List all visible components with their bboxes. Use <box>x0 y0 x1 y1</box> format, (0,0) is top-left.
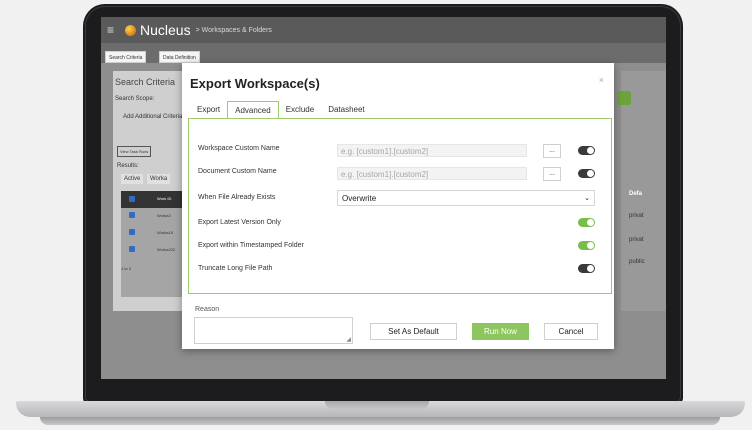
results-tab-worka[interactable]: Worka <box>147 174 171 184</box>
set-as-default-button[interactable]: Set As Default <box>370 323 457 340</box>
add-criteria-link[interactable]: Add Additional Criteria <box>123 114 182 120</box>
row-work-id: Worka3 <box>157 213 171 218</box>
export-timestamped-toggle[interactable] <box>578 241 595 250</box>
default-value: privat <box>629 213 644 219</box>
toggle-knob <box>587 242 594 249</box>
results-tab-active[interactable]: Active <box>121 174 144 184</box>
paging-info: 1 to 3 <box>121 266 132 271</box>
column-default: Defa <box>629 191 643 197</box>
export-latest-version-label: Export Latest Version Only <box>198 219 281 226</box>
search-scope-label: Search Scope: <box>115 96 155 102</box>
workspace-custom-name-toggle[interactable] <box>578 146 595 155</box>
export-latest-version-toggle[interactable] <box>578 218 595 227</box>
export-workspace-dialog: Export Workspace(s) × Export Advanced Ex… <box>182 63 614 349</box>
laptop-notch <box>325 401 429 409</box>
close-icon[interactable]: × <box>599 75 604 85</box>
row-checkbox[interactable] <box>129 212 135 218</box>
default-value: privat <box>629 237 644 243</box>
workspace-custom-name-browse-button[interactable]: ... <box>543 144 561 158</box>
laptop-base-shadow <box>40 417 720 425</box>
select-all-checkbox[interactable] <box>129 196 135 202</box>
truncate-long-path-toggle[interactable] <box>578 264 595 273</box>
run-now-button[interactable]: Run Now <box>472 323 529 340</box>
tab-data-definition[interactable]: Data Definition <box>159 51 200 63</box>
search-button-bg[interactable] <box>617 91 631 105</box>
default-value: public <box>629 259 645 265</box>
document-custom-name-label: Document Custom Name <box>198 168 277 175</box>
hamburger-menu-icon[interactable]: ≡ <box>107 23 117 37</box>
tab-exclude[interactable]: Exclude <box>279 101 321 118</box>
results-label: Results: <box>117 163 139 169</box>
row-work-id: Worka15 <box>157 230 173 235</box>
document-custom-name-browse-button[interactable]: ... <box>543 167 561 181</box>
row-work-id: Worka222 <box>157 247 176 252</box>
tab-advanced[interactable]: Advanced <box>227 101 279 118</box>
breadcrumb[interactable]: > Workspaces & Folders <box>196 27 272 34</box>
when-file-exists-label: When File Already Exists <box>198 194 276 201</box>
tab-export[interactable]: Export <box>190 101 227 118</box>
reason-label: Reason <box>195 306 220 313</box>
document-custom-name-input[interactable]: e.g. [custom1].[custom2] <box>337 167 527 180</box>
toggle-knob <box>587 147 594 154</box>
reason-textarea[interactable]: ◢ <box>194 317 353 344</box>
dialog-tabs: Export Advanced Exclude Datasheet <box>190 101 372 118</box>
row-checkbox[interactable] <box>129 246 135 252</box>
chevron-down-icon: ⌄ <box>584 195 590 202</box>
dialog-title: Export Workspace(s) <box>190 76 320 91</box>
cancel-button[interactable]: Cancel <box>544 323 598 340</box>
app-header: ≡ Nucleus > Workspaces & Folders <box>101 17 666 43</box>
column-work-id: Work ID <box>157 196 172 201</box>
workspace-custom-name-label: Workspace Custom Name <box>198 145 280 152</box>
screen: ≡ Nucleus > Workspaces & Folders Search … <box>101 17 666 379</box>
toggle-knob <box>587 265 594 272</box>
search-criteria-title: Search Criteria <box>115 77 176 87</box>
advanced-tab-panel: Workspace Custom Name e.g. [custom1].[cu… <box>188 118 612 294</box>
toggle-knob <box>587 170 594 177</box>
row-checkbox[interactable] <box>129 229 135 235</box>
workspace-custom-name-input[interactable]: e.g. [custom1].[custom2] <box>337 144 527 157</box>
right-column <box>621 71 666 311</box>
tab-search-criteria[interactable]: Search Criteria <box>105 51 147 63</box>
when-file-exists-value: Overwrite <box>342 194 377 203</box>
truncate-long-path-label: Truncate Long File Path <box>198 265 273 272</box>
dialog-footer: Reason ◢ Set As Default Run Now Cancel <box>182 306 614 349</box>
view-task-runs-button[interactable]: View Task Runs <box>117 146 152 157</box>
document-custom-name-toggle[interactable] <box>578 169 595 178</box>
resize-grip-icon[interactable]: ◢ <box>346 336 351 343</box>
tab-datasheet[interactable]: Datasheet <box>321 101 371 118</box>
export-timestamped-label: Export within Timestamped Folder <box>198 242 304 249</box>
nucleus-logo-icon <box>125 24 136 36</box>
toggle-knob <box>587 219 594 226</box>
when-file-exists-select[interactable]: Overwrite ⌄ <box>337 190 595 206</box>
brand-name: Nucleus <box>140 22 191 38</box>
